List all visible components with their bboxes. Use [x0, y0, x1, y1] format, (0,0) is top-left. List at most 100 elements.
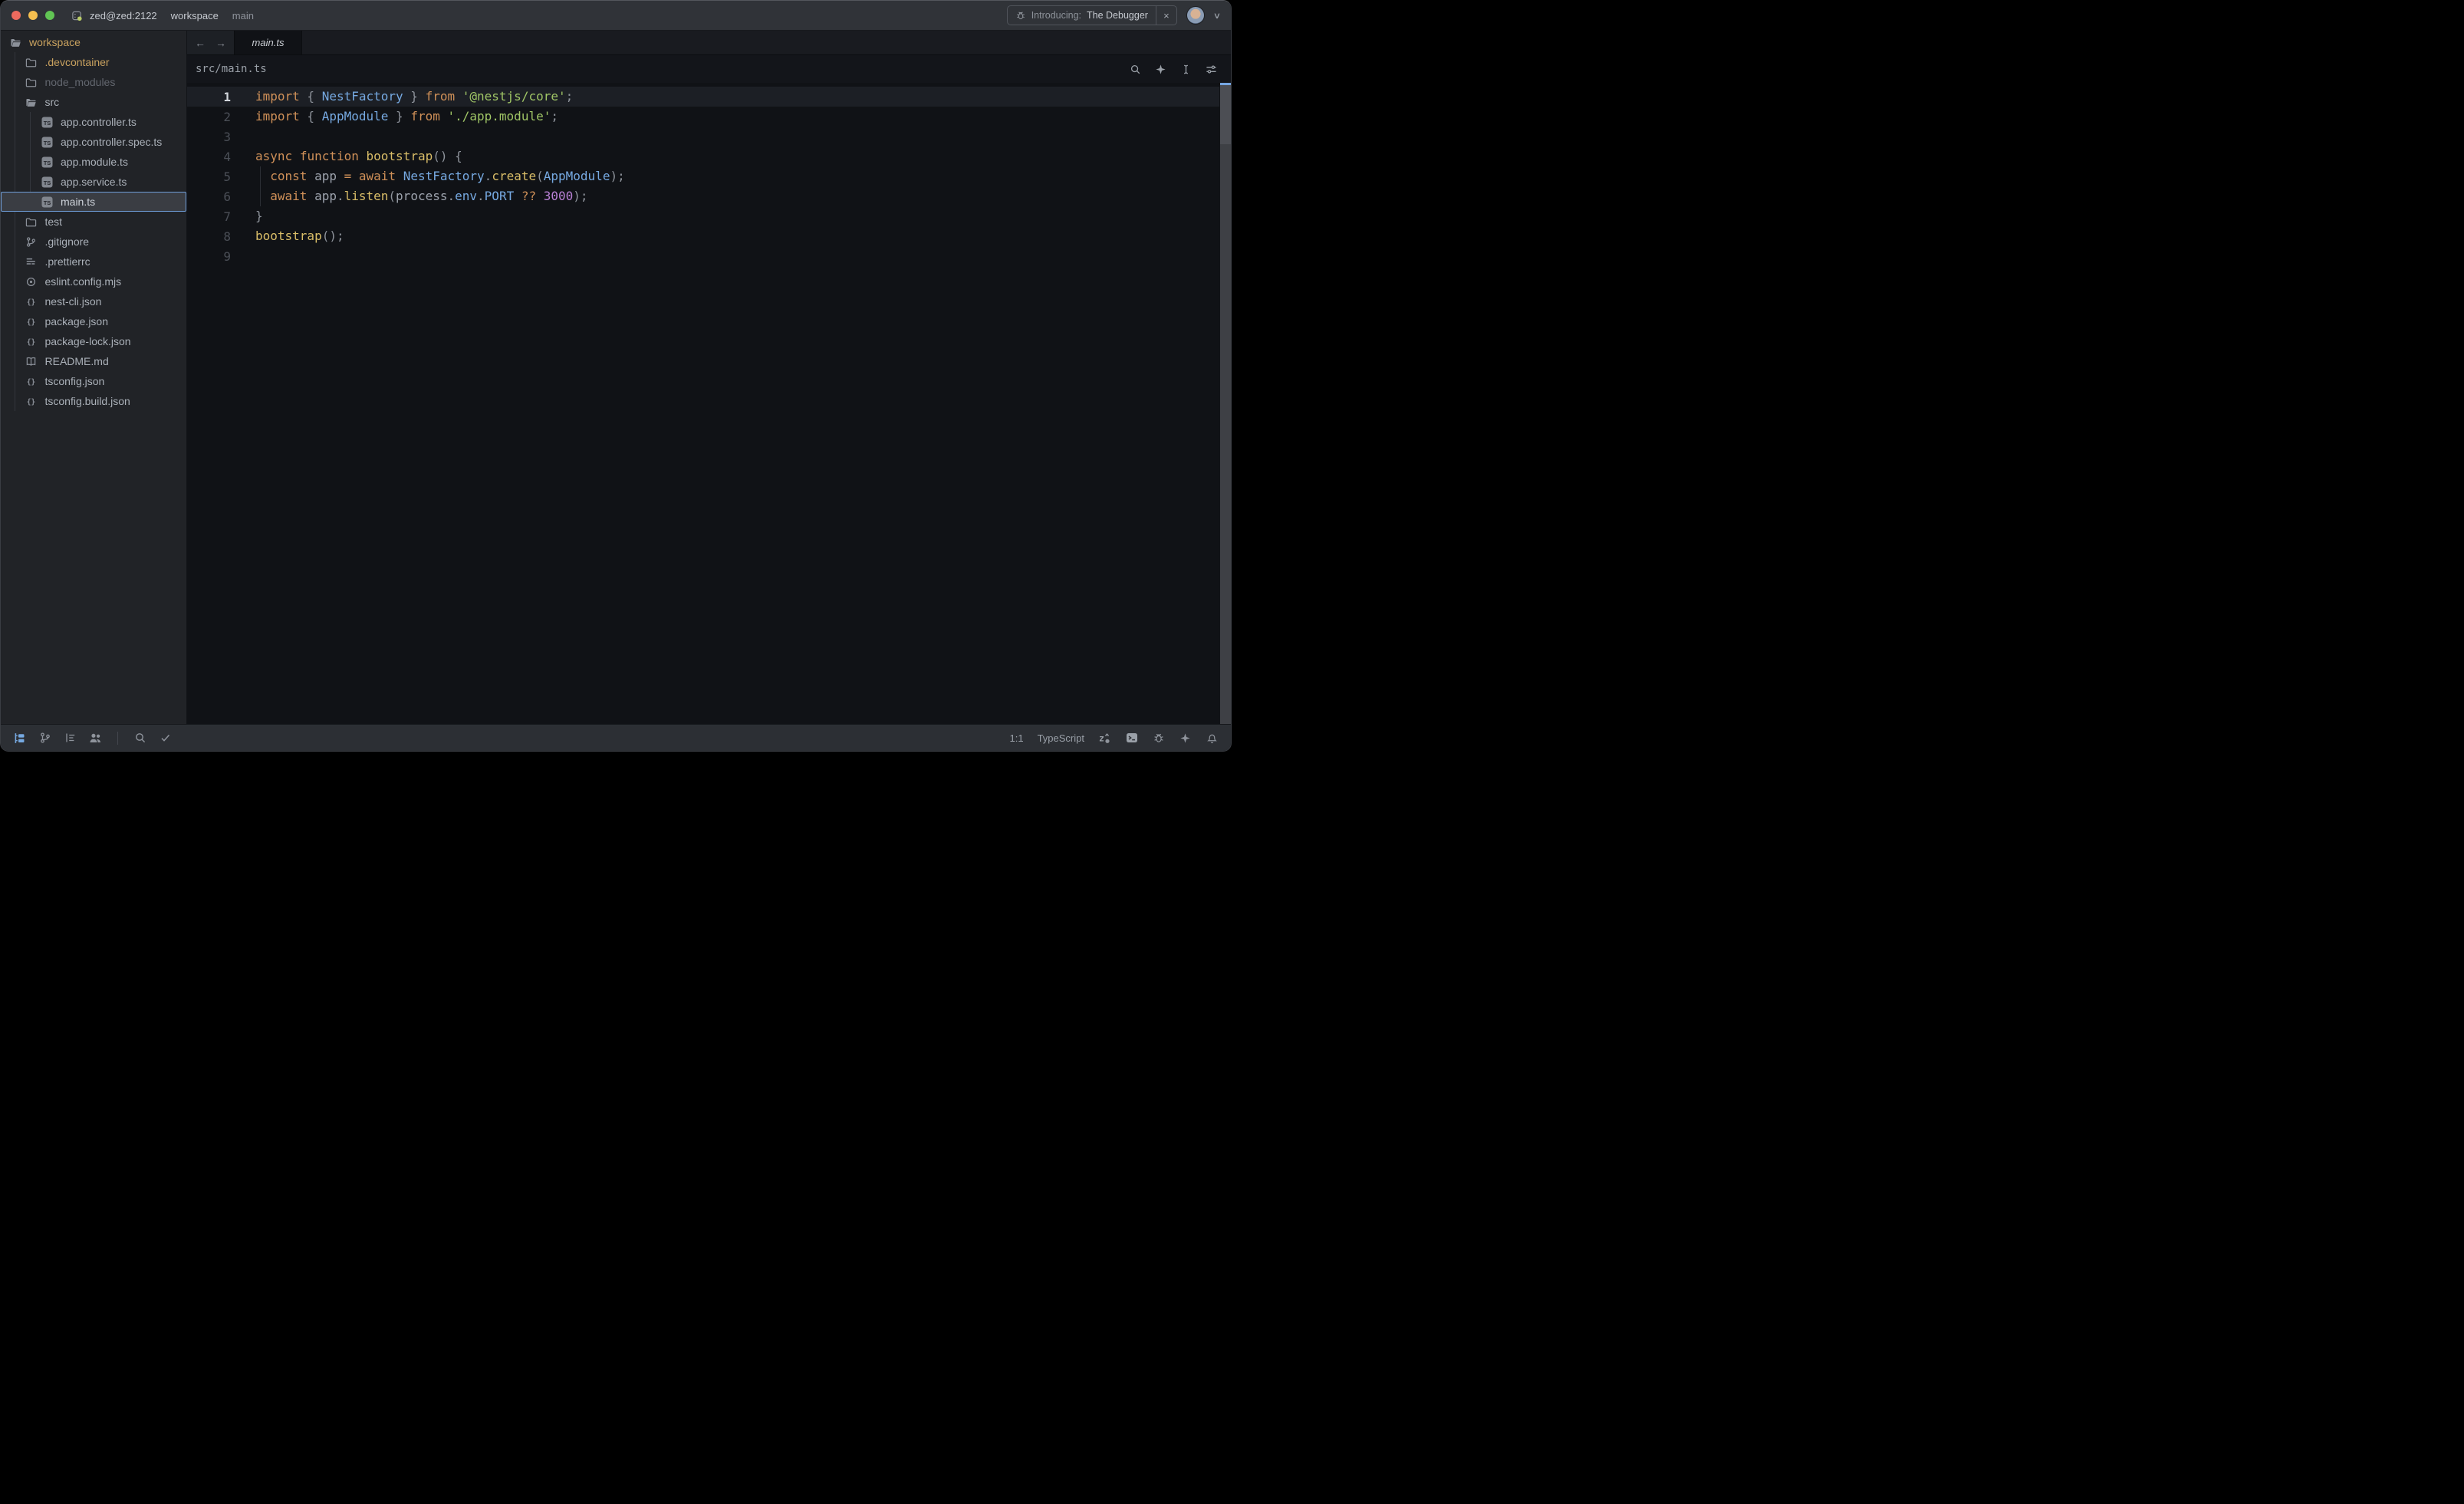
tree-item-label: .prettierrc: [45, 255, 90, 268]
tree-item-main-ts[interactable]: TS main.ts: [1, 192, 186, 212]
chevron-down-icon[interactable]: ∨: [1213, 11, 1221, 21]
notifications-bell-icon[interactable]: [1206, 732, 1219, 745]
collaboration-panel-toggle-icon[interactable]: [89, 732, 102, 745]
remote-host-label[interactable]: zed@zed:2122: [90, 10, 157, 21]
svg-text:TS: TS: [43, 179, 51, 186]
git-panel-toggle-icon[interactable]: [38, 732, 51, 745]
json-icon: {}: [25, 335, 38, 347]
code-line[interactable]: 1import { NestFactory } from '@nestjs/co…: [187, 87, 1231, 107]
user-avatar[interactable]: [1186, 6, 1205, 25]
debugger-badge-body[interactable]: Introducing: The Debugger: [1008, 6, 1156, 25]
debugger-announcement-badge[interactable]: Introducing: The Debugger ×: [1007, 5, 1177, 25]
code-line[interactable]: 2import { AppModule } from './app.module…: [187, 107, 1231, 127]
diagnostics-check-icon[interactable]: [159, 732, 172, 745]
language-selector[interactable]: TypeScript: [1038, 732, 1084, 744]
tree-item-tsconfig-build-json[interactable]: {}tsconfig.build.json: [1, 391, 186, 411]
tree-item-src[interactable]: src: [1, 92, 186, 112]
svg-text:{}: {}: [27, 337, 35, 346]
tree-item-node-modules[interactable]: node_modules: [1, 72, 186, 92]
tree-item-label: package-lock.json: [45, 335, 131, 347]
edit-prediction-zeta-icon[interactable]: z: [1098, 732, 1111, 745]
code-line[interactable]: 4async function bootstrap() {: [187, 146, 1231, 166]
book-icon: [25, 355, 38, 367]
tree-item-label: node_modules: [45, 76, 116, 88]
navigate-back-icon[interactable]: ←: [195, 38, 206, 48]
cursor-position[interactable]: 1:1: [1010, 732, 1024, 744]
tree-item-label: app.controller.ts: [61, 116, 137, 128]
code-editor[interactable]: 1import { NestFactory } from '@nestjs/co…: [187, 83, 1231, 724]
debugger-bug-icon[interactable]: [1152, 732, 1165, 745]
assistant-sparkle-icon[interactable]: [1179, 732, 1192, 745]
minimize-window-button[interactable]: [28, 11, 38, 20]
git-icon: [25, 235, 38, 248]
git-branch-label[interactable]: main: [232, 10, 254, 21]
tree-item-package-json[interactable]: {}package.json: [1, 311, 186, 331]
tree-item-app-service-ts[interactable]: TSapp.service.ts: [1, 172, 186, 192]
scrollbar-thumb[interactable]: [1220, 83, 1231, 144]
badge-prefix-label: Introducing:: [1031, 10, 1081, 21]
tree-item-label: test: [45, 216, 63, 228]
editor-scrollbar[interactable]: [1220, 83, 1231, 724]
json-icon: {}: [25, 315, 38, 327]
code-line[interactable]: 6 await app.listen(process.env.PORT ?? 3…: [187, 186, 1231, 206]
remote-server-icon: [71, 10, 83, 21]
ts-icon: TS: [41, 116, 53, 128]
project-name-label[interactable]: workspace: [171, 10, 219, 21]
svg-text:z: z: [1099, 732, 1104, 743]
ts-icon: TS: [41, 196, 53, 208]
tree-item--devcontainer[interactable]: .devcontainer: [1, 52, 186, 72]
inline-assist-sparkle-icon[interactable]: [1154, 63, 1166, 75]
folder-open-icon: [9, 36, 21, 48]
line-number: 1: [187, 90, 231, 104]
editor-controls-sliders-icon[interactable]: [1205, 63, 1217, 75]
tree-item-label: tsconfig.json: [45, 375, 105, 387]
outline-panel-toggle-icon[interactable]: [64, 732, 77, 745]
close-window-button[interactable]: [12, 11, 21, 20]
code-line[interactable]: 3: [187, 127, 1231, 146]
tree-item-nest-cli-json[interactable]: {}nest-cli.json: [1, 291, 186, 311]
badge-close-button[interactable]: ×: [1156, 6, 1176, 25]
code-line[interactable]: 9: [187, 246, 1231, 266]
code-line[interactable]: 8bootstrap();: [187, 226, 1231, 246]
tree-item--prettierrc[interactable]: .prettierrc: [1, 252, 186, 272]
tree-item-app-controller-spec-ts[interactable]: TSapp.controller.spec.ts: [1, 132, 186, 152]
navigate-forward-icon[interactable]: →: [215, 38, 226, 48]
terminal-panel-toggle-icon[interactable]: [1125, 732, 1138, 745]
tab-nav: ← →: [187, 31, 235, 54]
tree-item-app-module-ts[interactable]: TSapp.module.ts: [1, 152, 186, 172]
text-cursor-icon[interactable]: [1179, 63, 1192, 75]
ts-icon: TS: [41, 136, 53, 148]
svg-text:TS: TS: [43, 140, 51, 146]
folder-open-icon: [25, 96, 38, 108]
titlebar: zed@zed:2122 workspace main Introducing:…: [1, 1, 1231, 31]
tree-item-label: main.ts: [61, 196, 95, 208]
zoom-window-button[interactable]: [45, 11, 54, 20]
tree-item-package-lock-json[interactable]: {} package-lock.json: [1, 331, 186, 351]
search-icon[interactable]: [1129, 63, 1141, 75]
tree-item-workspace[interactable]: workspace: [1, 32, 186, 52]
folder-icon: [25, 56, 38, 68]
breadcrumb[interactable]: src/main.ts: [196, 63, 267, 75]
line-number: 8: [187, 229, 231, 244]
code-line[interactable]: 7}: [187, 206, 1231, 226]
tree-item-tsconfig-json[interactable]: {}tsconfig.json: [1, 371, 186, 391]
bug-icon: [1015, 10, 1026, 21]
code-text: await app.listen(process.env.PORT ?? 300…: [255, 186, 588, 206]
tree-item-test[interactable]: test: [1, 212, 186, 232]
tree-item--gitignore[interactable]: .gitignore: [1, 232, 186, 252]
tree-item-eslint-config-mjs[interactable]: eslint.config.mjs: [1, 272, 186, 291]
statusbar-separator: [117, 732, 118, 745]
tree-item-label: tsconfig.build.json: [45, 395, 130, 407]
folder-icon: [25, 216, 38, 228]
tab-main-ts[interactable]: main.ts: [235, 31, 302, 54]
line-number: 5: [187, 169, 231, 184]
svg-text:TS: TS: [43, 199, 51, 206]
code-text: const app = await NestFactory.create(App…: [255, 166, 625, 186]
project-search-icon[interactable]: [133, 732, 146, 745]
project-panel-toggle-icon[interactable]: [13, 732, 26, 745]
prettier-icon: [25, 255, 38, 268]
tree-item-readme-md[interactable]: README.md: [1, 351, 186, 371]
code-line[interactable]: 5 const app = await NestFactory.create(A…: [187, 166, 1231, 186]
svg-text:TS: TS: [43, 120, 51, 127]
tree-item-app-controller-ts[interactable]: TS app.controller.ts: [1, 112, 186, 132]
